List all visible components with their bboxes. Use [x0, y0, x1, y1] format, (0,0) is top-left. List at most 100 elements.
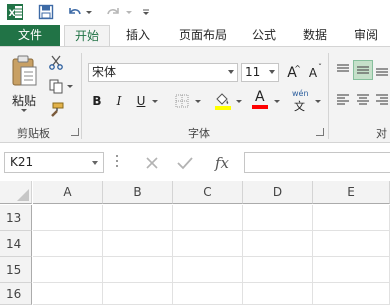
chevron-down-icon [92, 161, 98, 165]
font-launcher-icon[interactable] [316, 128, 324, 136]
paste-dropdown-icon[interactable] [21, 109, 27, 112]
font-group-label: 字体 [188, 127, 210, 140]
cell[interactable] [173, 231, 243, 257]
customize-qat-icon[interactable] [140, 2, 152, 22]
cell[interactable] [103, 231, 173, 257]
font-color-button[interactable]: A [250, 89, 272, 111]
caret-down-icon: ˇ [318, 63, 322, 72]
format-painter-icon[interactable] [47, 101, 65, 119]
fill-color-dropdown-icon[interactable] [236, 100, 242, 103]
font-size-value: 11 [245, 65, 261, 79]
tab-data[interactable]: 数据 [294, 25, 336, 46]
shrink-font-label: A [308, 66, 318, 80]
paste-label[interactable]: 粘贴 [9, 92, 39, 109]
italic-button[interactable]: I [110, 91, 128, 111]
shrink-font-button[interactable]: A ˇ [304, 63, 322, 82]
formula-bar-grip[interactable] [116, 155, 119, 169]
cell[interactable] [103, 257, 173, 283]
cell[interactable] [33, 231, 103, 257]
font-color-dropdown-icon[interactable] [274, 100, 280, 103]
name-box-value: K21 [10, 155, 34, 169]
align-middle-icon[interactable] [353, 60, 373, 80]
cell[interactable] [243, 283, 313, 305]
formula-input[interactable] [244, 152, 390, 173]
copy-dropdown-icon[interactable] [67, 85, 73, 88]
cell[interactable] [173, 283, 243, 305]
cell[interactable] [33, 283, 103, 305]
align-left-icon[interactable] [334, 91, 352, 109]
cancel-icon[interactable] [140, 152, 164, 173]
column-header[interactable]: D [243, 181, 313, 204]
cell[interactable] [243, 205, 313, 231]
excel-logo-icon[interactable]: X [4, 2, 26, 22]
cell[interactable] [313, 257, 390, 283]
cell[interactable] [243, 257, 313, 283]
cell[interactable] [173, 257, 243, 283]
row-header[interactable]: 15 [0, 257, 32, 283]
column-header[interactable]: B [103, 181, 173, 204]
save-icon[interactable] [36, 2, 56, 22]
align-bottom-icon[interactable] [374, 61, 390, 79]
phonetic-label: wén [292, 89, 309, 98]
cell[interactable] [243, 231, 313, 257]
cell[interactable] [33, 205, 103, 231]
enter-check-icon[interactable] [173, 152, 197, 173]
phonetic-dropdown-icon[interactable] [315, 100, 321, 103]
tab-home[interactable]: 开始 [64, 25, 110, 46]
paste-icon[interactable] [6, 53, 42, 89]
cell[interactable] [33, 257, 103, 283]
clipboard-group-label: 剪贴板 [17, 127, 50, 140]
underline-button[interactable]: U [132, 91, 150, 111]
column-header[interactable]: E [313, 181, 390, 204]
borders-icon[interactable] [172, 91, 192, 111]
font-size-select[interactable]: 11 [241, 63, 279, 82]
worksheet-grid: ABCDE 13 14 15 16 [0, 181, 390, 305]
underline-label: U [136, 94, 146, 108]
tab-insert[interactable]: 插入 [117, 25, 159, 46]
tab-review[interactable]: 审阅 [345, 25, 387, 46]
cell[interactable] [313, 205, 390, 231]
select-all-corner[interactable] [0, 181, 32, 204]
cell[interactable] [103, 283, 173, 305]
copy-icon[interactable] [47, 77, 65, 95]
italic-label: I [116, 94, 122, 108]
phonetic-button[interactable]: wén 文 [290, 89, 314, 113]
caret-up-icon: ^ [294, 64, 301, 73]
svg-text:X: X [9, 9, 16, 19]
font-name-select[interactable]: 宋体 [88, 63, 238, 82]
cell[interactable] [313, 231, 390, 257]
align-right-icon[interactable] [374, 91, 390, 109]
name-box[interactable]: K21 [4, 152, 104, 173]
undo-icon[interactable] [64, 2, 84, 22]
bold-button[interactable]: B [88, 91, 106, 111]
tab-file[interactable]: 文件 [0, 25, 60, 46]
redo-icon[interactable] [104, 2, 124, 22]
alignment-group-label: 对 [376, 127, 387, 140]
bold-label: B [92, 94, 102, 108]
column-header[interactable]: A [33, 181, 103, 204]
chevron-down-icon [228, 70, 234, 74]
redo-dropdown-icon[interactable] [124, 2, 134, 22]
underline-dropdown-icon[interactable] [152, 100, 158, 103]
clipboard-launcher-icon[interactable] [71, 128, 79, 136]
column-header[interactable]: C [173, 181, 243, 204]
wen-icon: 文 [294, 100, 305, 113]
borders-dropdown-icon[interactable] [195, 100, 201, 103]
row-header[interactable]: 14 [0, 231, 32, 257]
tab-page-layout[interactable]: 页面布局 [170, 25, 236, 46]
row-header[interactable]: 13 [0, 205, 32, 231]
cell[interactable] [313, 283, 390, 305]
quick-access-toolbar: X [0, 0, 390, 25]
grow-font-button[interactable]: A ^ [283, 63, 301, 82]
font-color-swatch [252, 105, 268, 109]
tab-formulas[interactable]: 公式 [243, 25, 285, 46]
undo-dropdown-icon[interactable] [84, 2, 94, 22]
cell[interactable] [173, 205, 243, 231]
row-header[interactable]: 16 [0, 283, 32, 305]
cell[interactable] [103, 205, 173, 231]
fill-color-icon[interactable] [212, 89, 234, 111]
insert-function-button[interactable]: fx [208, 152, 236, 173]
align-center-icon[interactable] [354, 91, 372, 109]
cut-icon[interactable] [47, 53, 65, 71]
align-top-icon[interactable] [334, 61, 352, 79]
